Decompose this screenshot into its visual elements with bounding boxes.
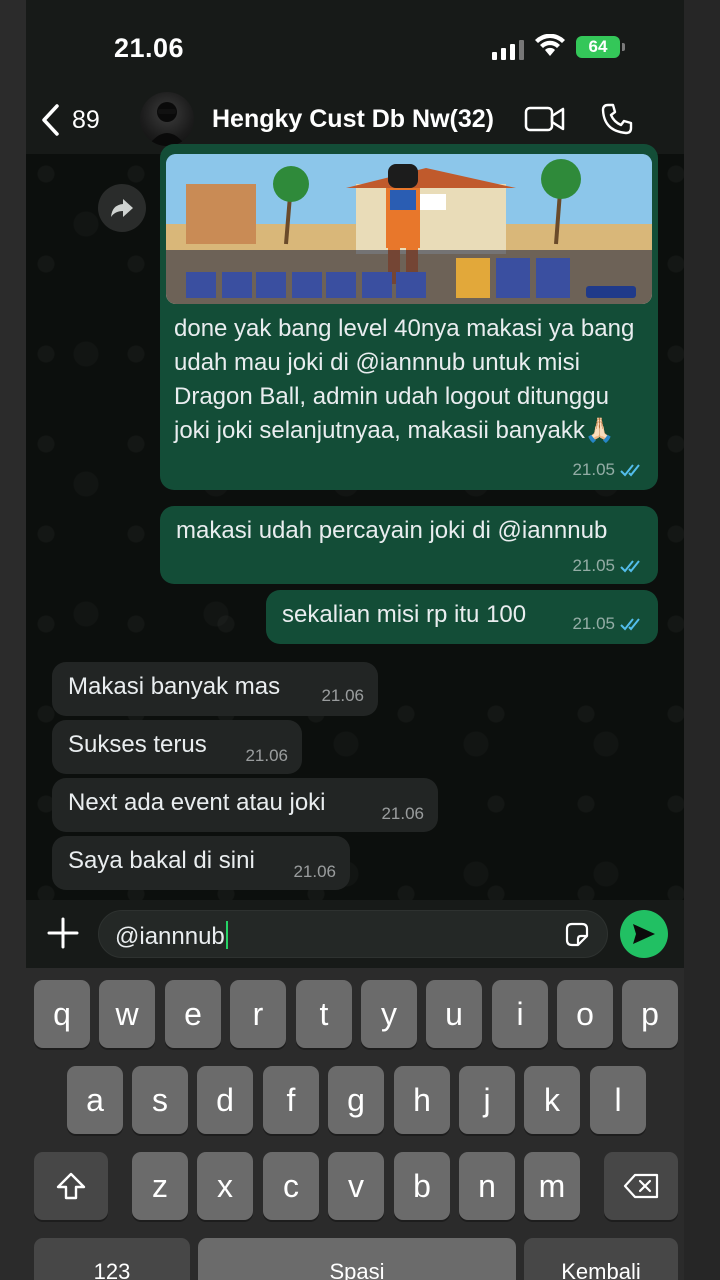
device-frame-left <box>0 0 26 1280</box>
message-bubble-incoming[interactable]: Next ada event atau joki 21.06 <box>52 778 438 832</box>
game-scene <box>166 154 652 304</box>
send-button[interactable] <box>620 910 668 958</box>
send-icon <box>633 924 655 944</box>
message-time: 21.06 <box>321 686 364 705</box>
key[interactable]: w <box>99 980 155 1048</box>
back-button[interactable]: 89 <box>40 102 100 138</box>
key[interactable]: p <box>622 980 678 1048</box>
message-input[interactable]: @iannnub <box>98 910 608 958</box>
message-time: 21.06 <box>293 862 336 881</box>
chat-area[interactable]: done yak bang level 40nya makasi ya bang… <box>26 144 684 900</box>
message-time: 21.06 <box>381 804 424 823</box>
unread-count: 89 <box>72 105 100 134</box>
back-chevron-icon <box>42 104 59 136</box>
message-time: 21.06 <box>245 746 288 765</box>
key[interactable]: c <box>263 1152 319 1220</box>
battery-tip <box>622 43 625 51</box>
key[interactable]: m <box>524 1152 580 1220</box>
message-composer: @iannnub <box>26 900 684 968</box>
avatar[interactable] <box>140 92 194 146</box>
message-text: sekalian misi rp itu 100 <box>282 601 527 628</box>
message-bubble-incoming[interactable]: Saya bakal di sini 21.06 <box>52 836 350 890</box>
game-screenshot-image[interactable] <box>166 154 652 304</box>
message-text: Makasi banyak mas <box>68 673 281 700</box>
message-time: 21.05 <box>572 460 615 479</box>
key[interactable]: y <box>361 980 417 1048</box>
read-ticks-icon <box>620 618 640 631</box>
message-bubble-outgoing[interactable]: makasi udah percayain joki di @iannnub 2… <box>160 506 658 584</box>
message-bubble-outgoing[interactable]: done yak bang level 40nya makasi ya bang… <box>160 144 658 490</box>
key[interactable]: o <box>557 980 613 1048</box>
space-key[interactable]: Spasi <box>198 1238 516 1280</box>
message-text: Next ada event atau joki <box>68 789 326 816</box>
battery-icon: 64 <box>576 36 620 58</box>
status-bar: 21.06 64 <box>26 0 684 90</box>
message-bubble-incoming[interactable]: Sukses terus 21.06 <box>52 720 302 774</box>
phone-icon[interactable] <box>600 102 634 136</box>
message-text: Saya bakal di sini <box>68 847 255 874</box>
message-meta: 21.05 <box>572 556 644 576</box>
key[interactable]: q <box>34 980 90 1048</box>
on-screen-keyboard: q w e r t y u i o p a s d f g h j k l z … <box>26 968 684 1280</box>
message-text: done yak bang level 40nya makasi ya bang… <box>174 315 635 444</box>
sticker-icon[interactable] <box>563 921 591 949</box>
forward-button[interactable] <box>98 184 146 232</box>
message-meta: 21.05 <box>572 460 644 480</box>
key[interactable]: r <box>230 980 286 1048</box>
battery-level: 64 <box>588 37 608 56</box>
message-input-text[interactable]: @iannnub <box>115 921 228 951</box>
backspace-key[interactable] <box>604 1152 678 1220</box>
key[interactable]: h <box>394 1066 450 1134</box>
key[interactable]: i <box>492 980 548 1048</box>
key[interactable]: a <box>67 1066 123 1134</box>
message-bubble-incoming[interactable]: Makasi banyak mas 21.06 <box>52 662 378 716</box>
key[interactable]: k <box>524 1066 580 1134</box>
message-time: 21.05 <box>572 556 615 575</box>
message-text: makasi udah percayain joki di @iannnub <box>176 517 608 544</box>
signal-icon <box>492 40 524 60</box>
key[interactable]: d <box>197 1066 253 1134</box>
key[interactable]: t <box>296 980 352 1048</box>
message-bubble-outgoing[interactable]: sekalian misi rp itu 100 21.05 <box>266 590 658 644</box>
message-meta: 21.05 <box>572 614 644 634</box>
message-time: 21.05 <box>572 614 615 633</box>
key[interactable]: g <box>328 1066 384 1134</box>
phone-screen: 21.06 64 89 Hengky Cust Db Nw(32) done y… <box>26 0 684 1280</box>
backspace-icon <box>623 1173 659 1199</box>
message-text: Sukses terus <box>68 731 207 758</box>
forward-icon <box>111 199 133 217</box>
video-call-icon[interactable] <box>524 104 566 134</box>
shift-key[interactable] <box>34 1152 108 1220</box>
return-key[interactable]: Kembali <box>524 1238 678 1280</box>
key[interactable]: x <box>197 1152 253 1220</box>
message-input-value: @iannnub <box>115 923 225 950</box>
key[interactable]: b <box>394 1152 450 1220</box>
key[interactable]: z <box>132 1152 188 1220</box>
read-ticks-icon <box>620 560 640 573</box>
key[interactable]: e <box>165 980 221 1048</box>
key[interactable]: f <box>263 1066 319 1134</box>
status-time: 21.06 <box>114 33 185 63</box>
key[interactable]: s <box>132 1066 188 1134</box>
shift-icon <box>56 1172 86 1200</box>
chat-title[interactable]: Hengky Cust Db Nw(32) <box>212 105 494 134</box>
text-caret <box>225 921 228 949</box>
wifi-icon <box>535 34 565 56</box>
key[interactable]: u <box>426 980 482 1048</box>
key[interactable]: n <box>459 1152 515 1220</box>
key[interactable]: v <box>328 1152 384 1220</box>
avatar-image <box>148 102 186 146</box>
key[interactable]: j <box>459 1066 515 1134</box>
key[interactable]: l <box>590 1066 646 1134</box>
device-frame-right <box>684 0 720 1280</box>
read-ticks-icon <box>620 464 640 477</box>
numbers-key[interactable]: 123 <box>34 1238 190 1280</box>
plus-icon[interactable] <box>46 916 80 950</box>
